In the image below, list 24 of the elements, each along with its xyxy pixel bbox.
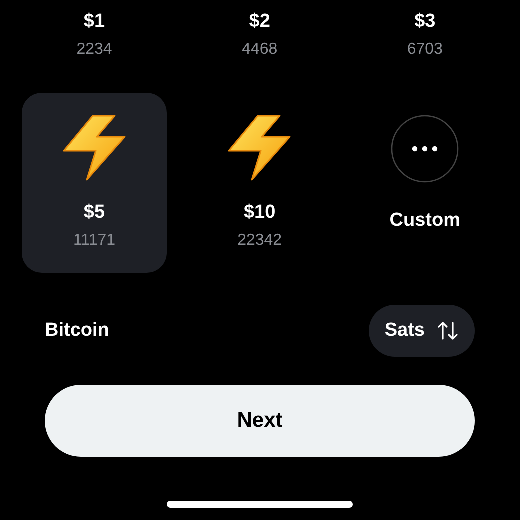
amount-label: $2: [249, 10, 270, 34]
amount-label: $5: [84, 201, 106, 225]
sats-amount: 6703: [407, 40, 443, 60]
currency-label: Bitcoin: [45, 318, 110, 343]
more-icon: [391, 115, 460, 183]
unit-toggle-button[interactable]: Sats: [368, 305, 475, 357]
lightning-bolt-icon: [62, 115, 126, 181]
sats-amount: 2234: [76, 40, 112, 60]
sats-amount: 11171: [73, 231, 116, 251]
custom-label: Custom: [390, 209, 461, 233]
amount-option[interactable]: $2 4468: [187, 0, 332, 66]
sats-amount: 4468: [242, 40, 278, 60]
custom-amount-option[interactable]: Custom: [352, 93, 498, 273]
sats-amount: 22342: [238, 231, 282, 251]
lightning-bolt-icon: [228, 115, 292, 181]
amount-label: $10: [244, 201, 276, 225]
amount-option[interactable]: $10 22342: [187, 93, 332, 273]
amount-label: $3: [414, 10, 436, 34]
amount-option[interactable]: $5 11171: [22, 93, 167, 273]
next-button[interactable]: Next: [45, 385, 475, 457]
amount-option[interactable]: $3 6703: [352, 0, 498, 66]
amount-option[interactable]: $1 2234: [22, 0, 167, 66]
amount-label: $1: [84, 10, 106, 34]
swap-arrows-icon: [437, 320, 459, 342]
